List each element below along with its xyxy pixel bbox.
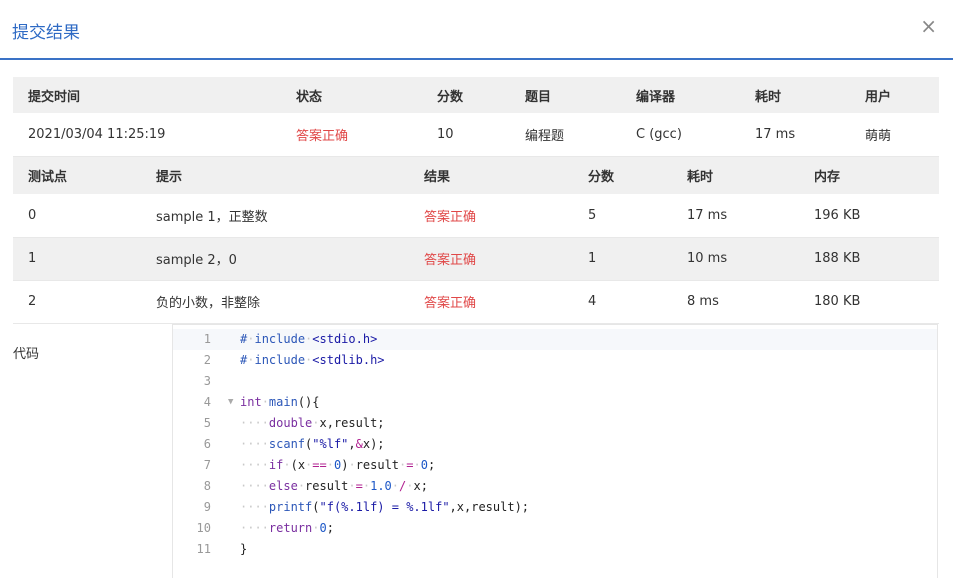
code-line: 4 ▼ int·main(){ [173, 392, 937, 413]
case-score: 1 [573, 237, 672, 281]
code-text: ····if·(x·==·0)·result·=·0; [240, 458, 436, 472]
score: 10 [422, 113, 510, 157]
case-time: 8 ms [672, 280, 799, 324]
code-line: 10 ····return·0; [173, 518, 937, 539]
line-number: 9 [203, 500, 211, 514]
summary-header-row: 提交时间 状态 分数 题目 编译器 耗时 用户 [13, 77, 939, 113]
col-time: 耗时 [740, 77, 850, 113]
case-result: 答案正确 [409, 237, 573, 281]
col-status: 状态 [281, 77, 422, 113]
code-text: } [240, 542, 248, 556]
code-text: ····return·0; [240, 521, 334, 535]
close-icon[interactable]: × [920, 16, 937, 36]
col-hint: 提示 [141, 157, 409, 194]
code-text: int·main(){ [240, 395, 320, 409]
col-memory: 内存 [799, 157, 939, 194]
line-number: 2 [203, 353, 211, 367]
code-text: ····printf("f(%.1lf) = %.1lf",x,result); [240, 500, 530, 514]
code-text: #·include·<stdio.h> [240, 332, 378, 346]
table-row: 0 sample 1，正整数 答案正确 5 17 ms 196 KB [13, 194, 939, 238]
col-score: 分数 [422, 77, 510, 113]
test-cases-table: 测试点 提示 结果 分数 耗时 内存 0 sample 1，正整数 答案正确 5… [13, 157, 939, 324]
line-number: 6 [203, 437, 211, 451]
line-number: 3 [203, 374, 211, 388]
case-result: 答案正确 [409, 194, 573, 238]
dialog-title: 提交结果 [12, 23, 80, 43]
status-badge: 答案正确 [281, 113, 422, 157]
col-problem: 题目 [510, 77, 621, 113]
case-memory: 188 KB [799, 237, 939, 281]
case-result: 答案正确 [409, 280, 573, 324]
submit-time: 2021/03/04 11:25:19 [13, 113, 281, 157]
case-hint: sample 1，正整数 [141, 194, 409, 238]
code-line: 1 #·include·<stdio.h> [173, 329, 937, 350]
dialog-header: 提交结果 × [0, 0, 953, 60]
line-number: 10 [196, 521, 211, 535]
col-compiler: 编译器 [621, 77, 740, 113]
code-text: ····double·x,result; [240, 416, 385, 430]
code-line: 11} [173, 539, 937, 560]
col-case-score: 分数 [573, 157, 672, 194]
code-line: 2 #·include·<stdlib.h> [173, 350, 937, 371]
col-submit-time: 提交时间 [13, 77, 281, 113]
table-row: 1 sample 2，0 答案正确 1 10 ms 188 KB [13, 237, 939, 281]
elapsed-time: 17 ms [740, 113, 850, 157]
case-hint: sample 2，0 [141, 237, 409, 281]
col-user: 用户 [850, 77, 939, 113]
fold-icon[interactable]: ▼ [228, 392, 233, 413]
case-id: 2 [13, 280, 141, 324]
user: 萌萌 [850, 113, 939, 157]
line-number: 7 [203, 458, 211, 472]
case-memory: 196 KB [799, 194, 939, 238]
code-label: 代码 [13, 347, 40, 362]
line-number: 4 [203, 395, 211, 409]
code-editor[interactable]: 1 #·include·<stdio.h> 2 #·include·<stdlib.h… [172, 324, 938, 578]
line-number: 1 [203, 332, 211, 346]
col-result: 结果 [409, 157, 573, 194]
case-id: 0 [13, 194, 141, 238]
summary-row: 2021/03/04 11:25:19 答案正确 10 编程题 C (gcc) … [13, 113, 939, 157]
code-text: ····scanf("%lf",&x); [240, 437, 385, 451]
line-number: 8 [203, 479, 211, 493]
cases-header-row: 测试点 提示 结果 分数 耗时 内存 [13, 157, 939, 194]
case-id: 1 [13, 237, 141, 281]
case-score: 5 [573, 194, 672, 238]
line-number: 11 [196, 542, 211, 556]
case-hint: 负的小数，非整除 [141, 280, 409, 324]
line-number: 5 [203, 416, 211, 430]
code-line: 8 ····else·result·=·1.0·/·x; [173, 476, 937, 497]
table-row: 2 负的小数，非整除 答案正确 4 8 ms 180 KB [13, 280, 939, 324]
case-time: 10 ms [672, 237, 799, 281]
code-line: 6 ····scanf("%lf",&x); [173, 434, 937, 455]
submission-summary-table: 提交时间 状态 分数 题目 编译器 耗时 用户 2021/03/04 11:25… [13, 77, 939, 157]
code-line: 9 ····printf("f(%.1lf) = %.1lf",x,result)… [173, 497, 937, 518]
code-line: 5 ····double·x,result; [173, 413, 937, 434]
case-score: 4 [573, 280, 672, 324]
code-line: 3 [173, 371, 937, 392]
code-text: #·include·<stdlib.h> [240, 353, 385, 367]
col-case-time: 耗时 [672, 157, 799, 194]
code-line: 7 ····if·(x·==·0)·result·=·0; [173, 455, 937, 476]
problem: 编程题 [510, 113, 621, 157]
col-case: 测试点 [13, 157, 141, 194]
code-text: ····else·result·=·1.0·/·x; [240, 479, 428, 493]
case-time: 17 ms [672, 194, 799, 238]
compiler: C (gcc) [621, 113, 740, 157]
case-memory: 180 KB [799, 280, 939, 324]
